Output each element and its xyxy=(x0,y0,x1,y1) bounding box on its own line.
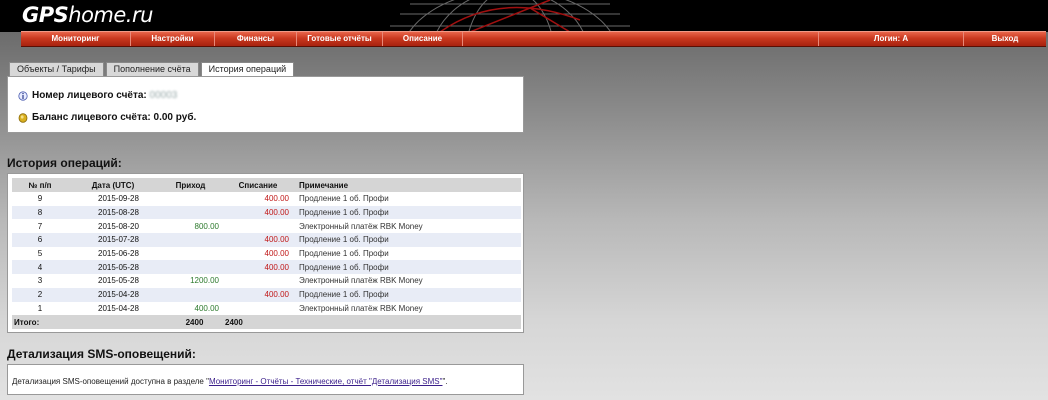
main-menu: Мониторинг Настройки Финансы Готовые отч… xyxy=(21,31,1046,47)
table-row: 1 2015-04-28 400.00 Электронный платёж R… xyxy=(12,302,521,316)
row-note: Продление 1 об. Профи xyxy=(299,194,389,204)
total-note-spacer xyxy=(293,315,521,330)
row-expense: 400.00 xyxy=(223,260,293,275)
row-number: 4 xyxy=(12,260,68,275)
row-income: 400.00 xyxy=(194,303,219,313)
menu-item-monitoring[interactable]: Мониторинг xyxy=(21,32,131,46)
row-date: 2015-07-28 xyxy=(68,233,158,247)
table-row: 7 2015-08-20 800.00 Электронный платёж R… xyxy=(12,219,521,233)
row-income xyxy=(158,192,223,206)
total-spacer xyxy=(68,315,158,330)
table-row: 2 2015-04-28 400.00 Продление 1 об. Проф… xyxy=(12,287,521,302)
finance-tabs: Объекты / Тарифы Пополнение счёта Истори… xyxy=(9,62,296,76)
row-income xyxy=(158,247,223,261)
col-number: № п/п xyxy=(12,178,68,192)
menu-item-reports[interactable]: Готовые отчёты xyxy=(297,32,383,46)
sms-info-text: Детализация SMS-оповещений доступна в ра… xyxy=(12,377,448,386)
account-number-label: Номер лицевого счёта: xyxy=(32,90,147,101)
row-note: Продление 1 об. Профи xyxy=(293,205,521,220)
menu-item-settings[interactable]: Настройки xyxy=(131,32,215,46)
row-note: Электронный платёж RBK Money xyxy=(299,303,423,313)
row-income xyxy=(158,287,223,302)
row-note: Электронный платёж RBK Money xyxy=(299,276,423,286)
history-table: № п/п Дата (UTC) Приход Списание Примеча… xyxy=(12,178,521,330)
sms-text-after: ". xyxy=(442,377,448,386)
tab-objects-tariffs[interactable]: Объекты / Тарифы xyxy=(9,62,104,76)
site-header: GPShome.ru xyxy=(0,0,1048,32)
login-label: Логин: A xyxy=(819,32,964,46)
row-note: Продление 1 об. Профи xyxy=(293,233,521,247)
menu-item-description[interactable]: Описание xyxy=(383,32,463,46)
row-date: 2015-05-28 xyxy=(68,260,158,275)
row-number: 3 xyxy=(37,276,43,286)
table-row: 6 2015-07-28 400.00 Продление 1 об. Проф… xyxy=(12,233,521,247)
row-income xyxy=(158,233,223,247)
row-expense: 400.00 xyxy=(223,205,293,220)
menu-spacer xyxy=(463,32,819,46)
row-date: 2015-08-20 xyxy=(98,221,139,231)
total-expense: 2400 xyxy=(223,315,293,330)
row-expense xyxy=(223,302,293,316)
row-date: 2015-04-28 xyxy=(98,303,139,313)
row-number: 7 xyxy=(37,221,43,231)
globe-decoration xyxy=(390,0,630,32)
col-note: Примечание xyxy=(293,178,521,192)
sms-panel: Детализация SMS-оповещений доступна в ра… xyxy=(7,364,524,395)
row-date: 2015-06-28 xyxy=(98,249,139,259)
row-expense xyxy=(223,219,293,233)
total-row: Итого: 2400 2400 xyxy=(12,315,521,330)
table-row: 8 2015-08-28 400.00 Продление 1 об. Проф… xyxy=(12,205,521,220)
row-number: 6 xyxy=(12,233,68,247)
info-icon xyxy=(18,90,28,101)
row-date: 2015-05-28 xyxy=(98,276,139,286)
coin-icon xyxy=(18,112,28,123)
col-date: Дата (UTC) xyxy=(68,178,158,192)
row-number: 2 xyxy=(12,287,68,302)
total-label: Итого: xyxy=(12,315,68,330)
row-expense xyxy=(223,274,293,288)
row-income: 800.00 xyxy=(194,221,219,231)
row-date: 2015-08-28 xyxy=(68,205,158,220)
sms-title: Детализация SMS-оповещений: xyxy=(7,347,196,361)
account-number-row: Номер лицевого счёта: 00003 xyxy=(18,90,177,101)
history-header-row: № п/п Дата (UTC) Приход Списание Примеча… xyxy=(12,178,521,192)
row-income xyxy=(158,205,223,220)
total-income: 2400 xyxy=(158,315,223,330)
row-income xyxy=(158,260,223,275)
logout-button[interactable]: Выход xyxy=(964,32,1046,46)
row-income: 1200.00 xyxy=(190,276,219,286)
history-panel: № п/п Дата (UTC) Приход Списание Примеча… xyxy=(7,173,524,333)
sms-text-before: Детализация SMS-оповещений доступна в ра… xyxy=(12,377,209,386)
site-logo[interactable]: GPShome.ru xyxy=(22,3,153,27)
row-expense: 400.00 xyxy=(264,194,289,204)
table-row: 5 2015-06-28 400.00 Продление 1 об. Проф… xyxy=(12,247,521,261)
row-expense: 400.00 xyxy=(223,287,293,302)
row-number: 1 xyxy=(37,303,43,313)
account-balance-row: Баланс лицевого счёта: 0.00 руб. xyxy=(18,112,196,123)
row-note: Продление 1 об. Профи xyxy=(293,287,521,302)
account-panel: Номер лицевого счёта: 00003 Баланс лицев… xyxy=(7,76,524,133)
table-row: 3 2015-05-28 1200.00 Электронный платёж … xyxy=(12,274,521,288)
table-row: 9 2015-09-28 400.00 Продление 1 об. Проф… xyxy=(12,192,521,206)
row-number: 5 xyxy=(37,249,43,259)
row-expense: 400.00 xyxy=(264,249,289,259)
history-title: История операций: xyxy=(7,156,122,170)
row-number: 9 xyxy=(37,194,43,204)
menu-item-finance[interactable]: Финансы xyxy=(215,32,297,46)
table-row: 4 2015-05-28 400.00 Продление 1 об. Проф… xyxy=(12,260,521,275)
tab-top-up[interactable]: Пополнение счёта xyxy=(105,62,199,76)
col-income: Приход xyxy=(158,178,223,192)
tab-operations-history[interactable]: История операций xyxy=(200,62,295,76)
row-date: 2015-09-28 xyxy=(98,194,139,204)
sms-report-link[interactable]: Мониторинг - Отчёты - Технические, отчёт… xyxy=(209,377,443,386)
account-balance-label: Баланс лицевого счёта: 0.00 руб. xyxy=(32,112,197,123)
row-note: Продление 1 об. Профи xyxy=(299,249,389,259)
row-date: 2015-04-28 xyxy=(68,287,158,302)
row-number: 8 xyxy=(12,205,68,220)
account-number-value: 00003 xyxy=(149,90,178,101)
col-expense: Списание xyxy=(223,178,293,192)
row-note: Электронный платёж RBK Money xyxy=(299,221,423,231)
row-expense: 400.00 xyxy=(223,233,293,247)
row-note: Продление 1 об. Профи xyxy=(293,260,521,275)
